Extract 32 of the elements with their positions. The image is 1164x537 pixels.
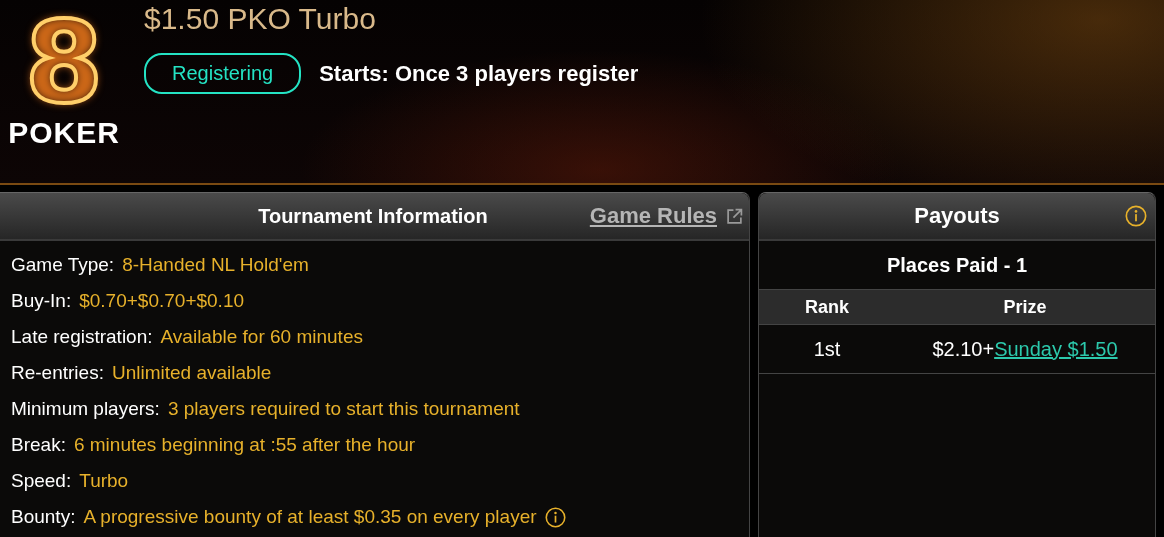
column-header: Rank: [804, 296, 850, 318]
info-value: Turbo: [79, 470, 129, 492]
info-value: Unlimited available: [111, 362, 272, 384]
info-icon[interactable]: [544, 506, 566, 528]
info-icon[interactable]: [1125, 205, 1147, 227]
info-label: Late registration:: [11, 326, 153, 348]
info-value: 3 players required to start this tournament: [167, 398, 520, 420]
info-label: Speed:: [11, 470, 72, 492]
info-value: Available for 60 minutes: [160, 326, 363, 348]
info-value: A progressive bounty of at least $0.35 on every player: [83, 506, 537, 528]
prize-amount: $2.10+: [932, 337, 995, 360]
info-label: Game Type:: [11, 254, 115, 276]
info-label: Break:: [11, 434, 66, 456]
start-condition: Starts: Once 3 players register: [319, 60, 639, 87]
logo-mark: 8: [25, 6, 103, 118]
game-rules-link[interactable]: Game Rules: [589, 203, 717, 229]
info-value: 6 minutes beginning at :55 after the hour: [73, 434, 416, 456]
panel-title: Payouts: [914, 203, 1000, 229]
external-link-icon[interactable]: [726, 207, 743, 225]
info-label: Bounty:: [11, 506, 76, 528]
panel-title: Tournament Information: [258, 204, 488, 228]
info-label: Re-entries:: [11, 362, 104, 384]
info-value: $0.70+$0.70+$0.10: [79, 290, 245, 312]
rank-cell-text: 1st: [812, 337, 842, 361]
info-value: 8-Handed NL Hold'em: [122, 254, 309, 276]
column-header: Prize: [1002, 296, 1048, 318]
tournament-title: $1.50 PKO Turbo: [144, 1, 377, 37]
info-label: Buy-In:: [11, 290, 72, 312]
info-label: Minimum players:: [11, 398, 160, 420]
logo-wordmark: POKER: [8, 118, 120, 148]
ticket-link[interactable]: Sunday $1.50: [994, 337, 1118, 360]
status-badge: Registering: [144, 53, 302, 94]
